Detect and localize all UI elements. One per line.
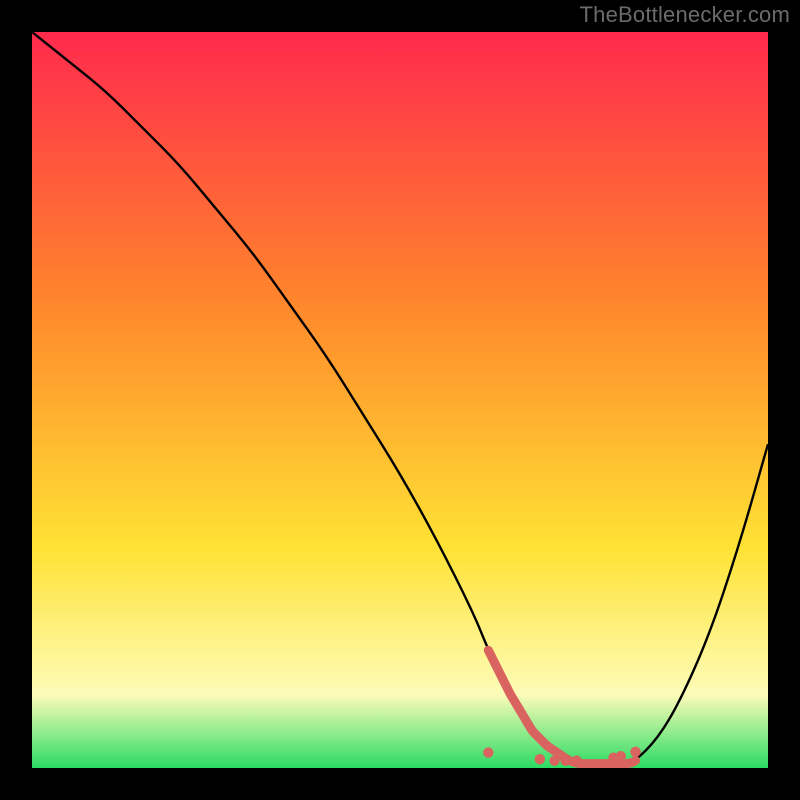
accent-dot — [616, 751, 626, 761]
chart-svg — [32, 32, 768, 768]
chart-container: TheBottlenecker.com — [0, 0, 800, 800]
accent-dot — [571, 755, 581, 765]
plot-area — [32, 32, 768, 768]
gradient-background — [32, 32, 768, 768]
accent-dot — [630, 747, 640, 757]
accent-dot — [535, 754, 545, 764]
attribution-text: TheBottlenecker.com — [580, 2, 790, 28]
accent-dot — [560, 755, 570, 765]
accent-dot — [483, 747, 493, 757]
accent-dot — [549, 755, 559, 765]
